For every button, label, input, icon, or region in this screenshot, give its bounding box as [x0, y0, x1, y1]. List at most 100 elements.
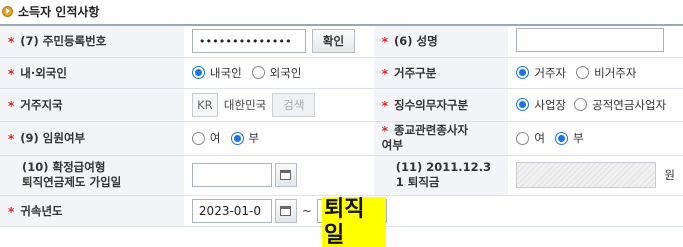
country-code-field: KR [191, 92, 218, 117]
attribution-year-label-cell: * 귀속년도 [0, 195, 184, 227]
required-mark: * [381, 35, 389, 50]
nationality-foreign-radio[interactable]: 외국인 [251, 65, 302, 81]
radio-label: 비거주자 [594, 65, 637, 80]
religious-label-cell: * 종교관련종사자 여부 [373, 121, 509, 156]
attribution-year-label: 귀속년도 [20, 203, 63, 218]
form-row: * (9) 임원여부 여 부 * 종교관련종사자 여부 여 부 [0, 121, 683, 156]
attribution-year-cell: 2023-01-0 ~ 퇴직일 [183, 195, 683, 247]
radio-empty-icon [191, 131, 205, 145]
nationality-label: 내·외국인 [20, 65, 67, 80]
radio-selected-icon [230, 131, 244, 145]
form-row: * 거주지국 KR 대한민국 검색 * 징수의무자구분 사업장 공적연금사업자 [0, 88, 683, 122]
withholding-type-cell: 사업장 공적연금사업자 [508, 88, 683, 122]
defined-benefit-date-input[interactable] [191, 163, 272, 187]
withholding-type-label-cell: * 징수의무자구분 [373, 88, 509, 122]
radio-selected-icon [191, 66, 205, 79]
radio-empty-icon [251, 66, 265, 79]
required-mark: * [381, 66, 389, 81]
workplace-radio[interactable]: 사업장 [516, 97, 566, 113]
name-input[interactable] [516, 27, 665, 52]
residence-type-label-cell: * 거주구분 [373, 57, 509, 89]
radio-label: 여 [209, 131, 221, 145]
required-mark: * [381, 98, 389, 113]
required-mark: * [8, 35, 15, 50]
religious-yes-radio[interactable]: 여 [516, 130, 545, 146]
public-pension-radio[interactable]: 공적연금사업자 [574, 97, 666, 113]
resident-no-cell: •••••••••••••• 확인 [183, 25, 374, 58]
radio-label: 거주자 [534, 65, 567, 80]
calendar-icon [280, 205, 292, 216]
radio-label: 내국인 [209, 65, 242, 80]
confirm-button[interactable]: 확인 [311, 29, 356, 54]
defined-benefit-label-cell: (10) 확정급여형 퇴직연금제도 가입일 [0, 155, 184, 196]
nationality-label-cell: * 내·외국인 [0, 57, 184, 89]
resident-no-input[interactable]: •••••••••••••• [191, 29, 306, 54]
radio-empty-icon [516, 131, 530, 145]
section-title-text: 소득자 인적사항 [18, 4, 100, 19]
defined-benefit-cell [183, 155, 374, 196]
defined-benefit-label-line1: (10) 확정급여형 [22, 160, 106, 174]
form-row: * 내·외국인 내국인 외국인 * 거주구분 거주자 비거주자 [0, 57, 683, 89]
radio-selected-icon [554, 131, 568, 145]
personal-info-table: * (7) 주민등록번호 •••••••••••••• 확인 * (6) 성명 * 내… [0, 24, 683, 247]
form-row: (10) 확정급여형 퇴직연금제도 가입일 (11) 2011.12.3 1 퇴… [0, 155, 683, 196]
calendar-button[interactable] [274, 163, 297, 187]
attribution-start-date-input[interactable]: 2023-01-0 [191, 198, 272, 223]
name-label-cell: * (6) 성명 [373, 25, 509, 58]
section-title: 소득자 인적사항 [2, 2, 99, 20]
resident-no-label: (7) 주민등록번호 [20, 34, 107, 49]
radio-label: 여 [534, 131, 545, 145]
required-mark: * [8, 204, 15, 219]
form-row: * 귀속년도 2023-01-0 ~ 퇴직일 [0, 195, 683, 247]
radio-selected-icon [516, 98, 530, 111]
residence-region-label: 거주지국 [20, 97, 63, 112]
executive-yes-radio[interactable]: 여 [191, 130, 221, 146]
retirement-pay-label-line1: (11) 2011.12.3 [395, 160, 492, 174]
executive-label: (9) 임원여부 [20, 131, 86, 145]
religious-label-line1: 종교관련종사자 [394, 123, 469, 137]
residence-region-label-cell: * 거주지국 [0, 88, 184, 122]
resident-radio[interactable]: 거주자 [516, 65, 566, 81]
radio-empty-icon [574, 98, 588, 111]
radio-label: 외국인 [269, 65, 302, 80]
country-name: 대한민국 [223, 97, 267, 112]
name-cell [508, 25, 683, 58]
nationality-cell: 내국인 외국인 [183, 57, 374, 89]
religious-cell: 여 부 [508, 121, 683, 156]
attribution-end-date-input[interactable]: 퇴직일 [316, 196, 387, 247]
radio-selected-icon [516, 66, 530, 79]
nationality-domestic-radio[interactable]: 내국인 [191, 65, 242, 81]
religious-no-radio[interactable]: 부 [554, 130, 584, 146]
residence-region-cell: KR 대한민국 검색 [183, 88, 374, 122]
defined-benefit-label-line2: 퇴직연금제도 가입일 [22, 175, 122, 189]
section-bullet-icon [2, 5, 13, 17]
retirement-pay-label-line2: 1 퇴직금 [395, 175, 440, 189]
radio-empty-icon [576, 66, 590, 79]
residence-type-cell: 거주자 비거주자 [508, 57, 683, 89]
country-search-button[interactable]: 검색 [272, 92, 316, 117]
calendar-icon [280, 170, 292, 180]
religious-label-line2: 여부 [381, 138, 403, 152]
form-row: * (7) 주민등록번호 •••••••••••••• 확인 * (6) 성명 [0, 25, 683, 58]
retirement-pay-input-disabled [516, 162, 657, 188]
executive-label-cell: * (9) 임원여부 [0, 121, 184, 156]
name-label: (6) 성명 [394, 34, 438, 49]
retirement-date-highlight: 퇴직일 [321, 196, 386, 247]
radio-label: 부 [248, 131, 260, 145]
required-mark: * [8, 98, 15, 113]
non-resident-radio[interactable]: 비거주자 [576, 65, 636, 81]
withholding-type-label: 징수의무자구분 [394, 97, 469, 112]
retirement-pay-label-cell: (11) 2011.12.3 1 퇴직금 [373, 155, 509, 196]
calendar-button[interactable] [274, 198, 297, 223]
radio-label: 사업장 [534, 97, 567, 112]
resident-no-label-cell: * (7) 주민등록번호 [0, 25, 184, 58]
required-mark: * [381, 124, 389, 138]
retirement-pay-cell: 원 [508, 155, 683, 196]
date-range-separator: ~ [301, 203, 312, 218]
radio-label: 공적연금사업자 [592, 97, 667, 112]
radio-label: 부 [572, 131, 584, 145]
required-mark: * [8, 66, 15, 81]
executive-no-radio[interactable]: 부 [230, 130, 260, 146]
required-mark: * [8, 132, 15, 146]
currency-unit: 원 [664, 168, 675, 182]
